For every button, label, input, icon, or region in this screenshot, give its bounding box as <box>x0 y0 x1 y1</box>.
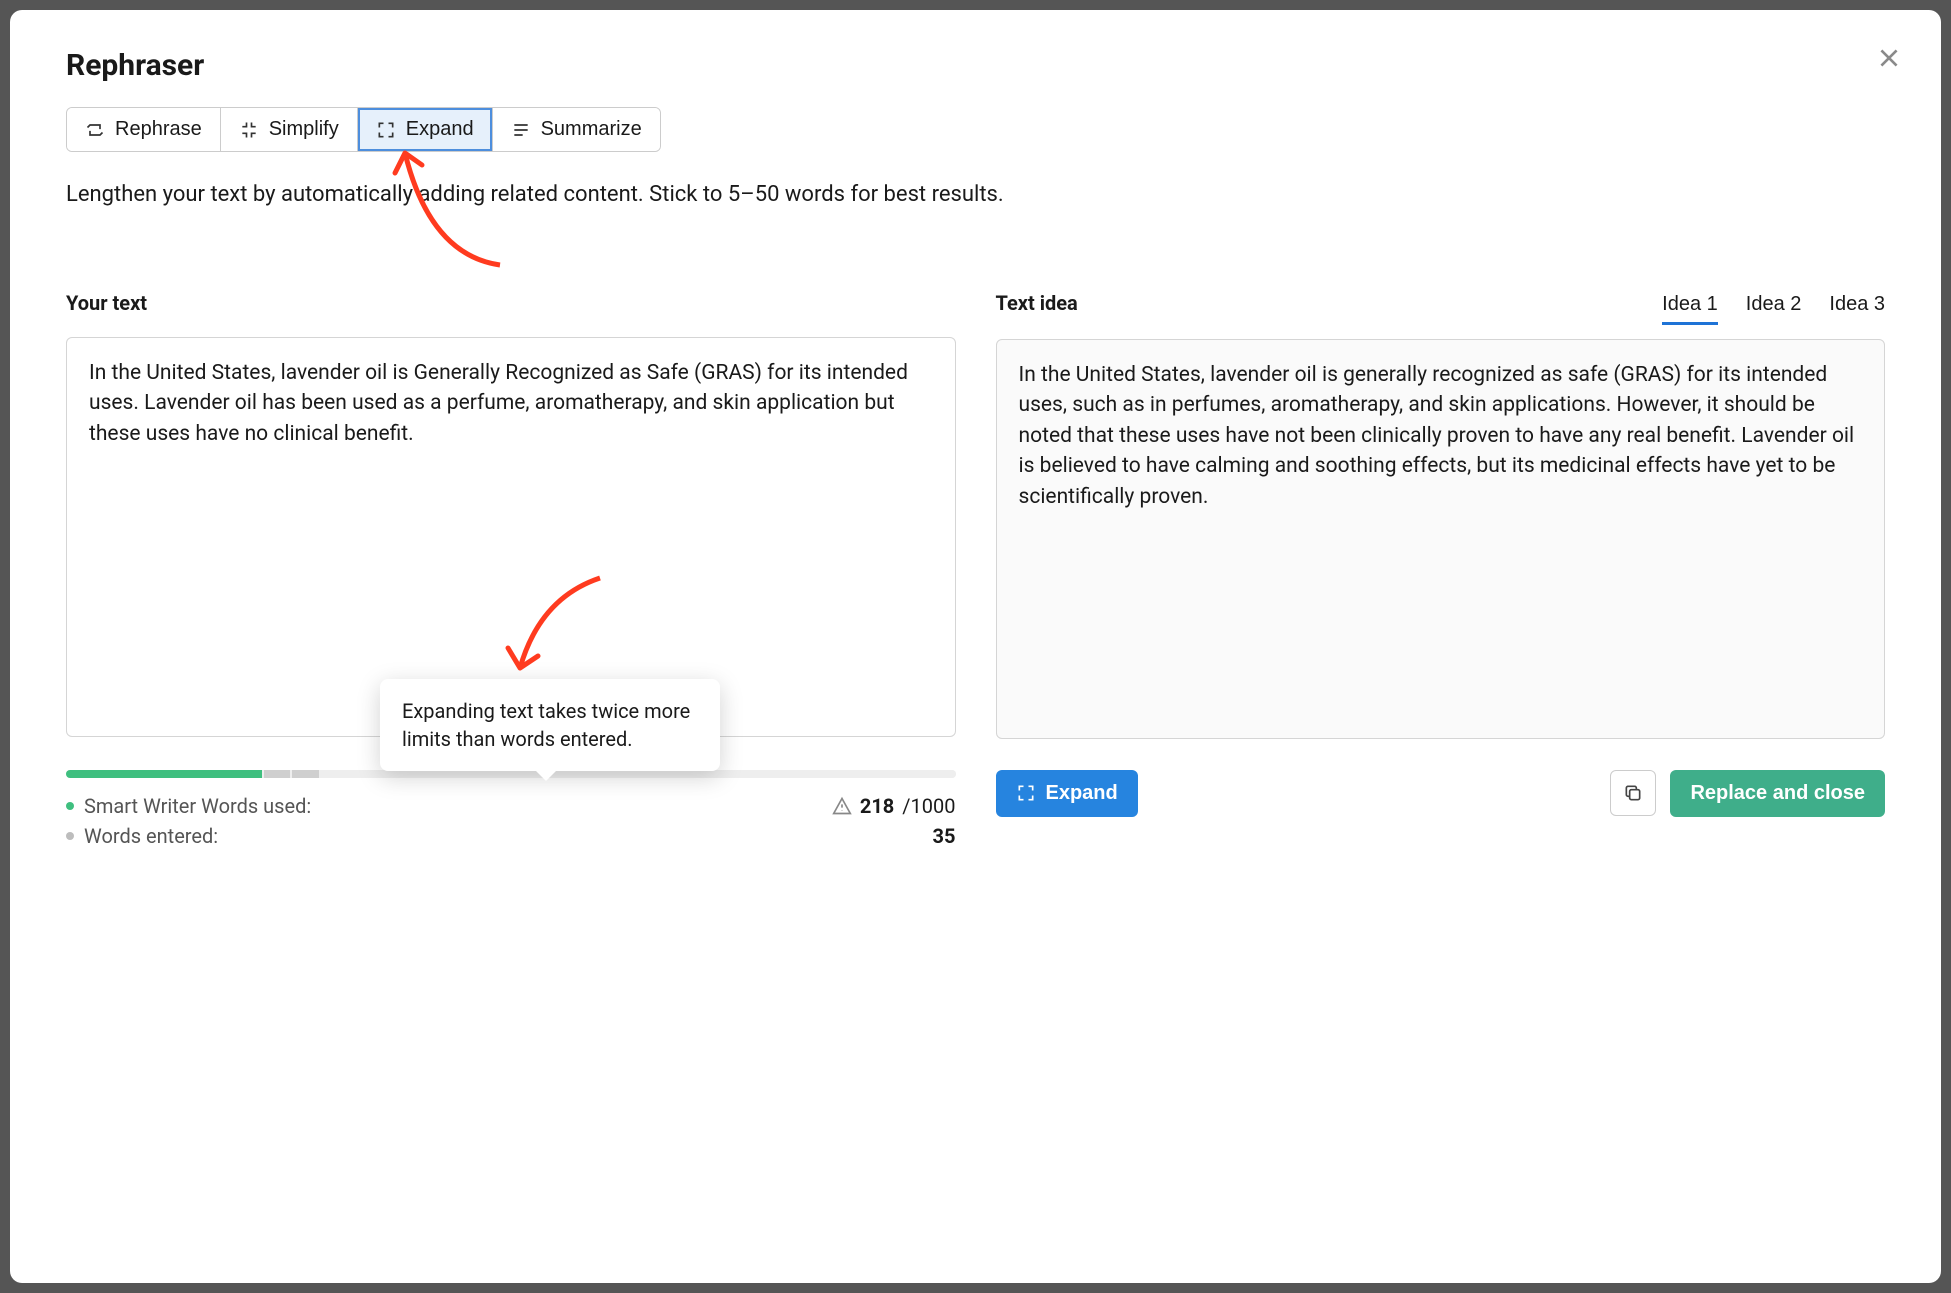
tab-simplify[interactable]: Simplify <box>221 108 358 151</box>
usage-panel: Smart Writer Words used: 218/1000 Words … <box>66 770 956 848</box>
expand-icon <box>1016 783 1036 803</box>
rephraser-modal: Rephraser Rephrase Simplify Expand Summa… <box>10 10 1941 1283</box>
warning-icon <box>832 796 852 816</box>
action-bar: Expand Replace and close <box>996 770 1886 817</box>
status-dot-icon <box>66 832 74 840</box>
mode-tabbar: Rephrase Simplify Expand Summarize <box>66 107 661 152</box>
modal-title: Rephraser <box>66 48 1885 83</box>
expand-button[interactable]: Expand <box>996 770 1138 817</box>
close-icon <box>1876 45 1902 71</box>
words-used-label: Smart Writer Words used: <box>66 794 311 818</box>
words-entered-label: Words entered: <box>66 824 218 848</box>
rephrase-icon <box>85 120 105 140</box>
replace-close-label: Replace and close <box>1690 782 1865 805</box>
close-button[interactable] <box>1871 40 1907 76</box>
tab-summarize[interactable]: Summarize <box>493 108 660 151</box>
limits-tooltip: Expanding text takes twice more limits t… <box>380 679 720 771</box>
status-dot-icon <box>66 802 74 810</box>
tab-label: Simplify <box>269 118 339 141</box>
replace-close-button[interactable]: Replace and close <box>1670 770 1885 817</box>
tab-label: Rephrase <box>115 118 202 141</box>
text-idea-label: Text idea <box>996 291 1078 315</box>
copy-button[interactable] <box>1610 770 1656 816</box>
mode-description: Lengthen your text by automatically addi… <box>66 180 1885 211</box>
tab-label: Summarize <box>541 118 642 141</box>
idea-tab-1[interactable]: Idea 1 <box>1662 293 1718 325</box>
summarize-icon <box>511 120 531 140</box>
text-idea-output: In the United States, lavender oil is ge… <box>996 339 1886 739</box>
idea-tab-2[interactable]: Idea 2 <box>1746 293 1802 325</box>
expand-icon <box>376 120 396 140</box>
text-idea-column: Text idea Idea 1 Idea 2 Idea 3 In the Un… <box>996 291 1886 739</box>
simplify-icon <box>239 120 259 140</box>
words-used-value: 218/1000 <box>832 794 956 818</box>
tab-label: Expand <box>406 118 474 141</box>
your-text-column: Your text <box>66 291 956 742</box>
words-entered-value: 35 <box>933 824 956 848</box>
tab-expand[interactable]: Expand <box>358 108 493 151</box>
tab-rephrase[interactable]: Rephrase <box>67 108 221 151</box>
idea-tab-3[interactable]: Idea 3 <box>1829 293 1885 325</box>
your-text-label: Your text <box>66 291 147 315</box>
expand-button-label: Expand <box>1046 782 1118 805</box>
your-text-input[interactable] <box>66 337 956 737</box>
idea-tabs: Idea 1 Idea 2 Idea 3 <box>1662 293 1885 325</box>
copy-icon <box>1623 783 1643 803</box>
